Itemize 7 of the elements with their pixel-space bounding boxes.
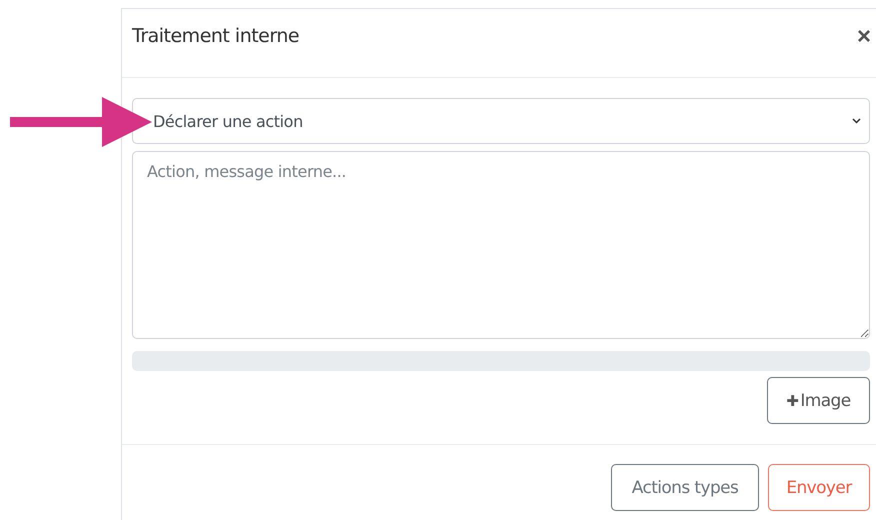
close-button[interactable]: × <box>856 25 871 49</box>
chevron-icon <box>852 118 861 124</box>
dialog-title: Traitement interne <box>132 25 300 47</box>
action-select[interactable]: Déclarer une action <box>132 98 870 144</box>
message-field[interactable]: Action, message interne... <box>132 151 870 339</box>
templates-button[interactable]: Actions types <box>611 464 759 511</box>
image-button[interactable]: ✚Image <box>767 377 870 424</box>
